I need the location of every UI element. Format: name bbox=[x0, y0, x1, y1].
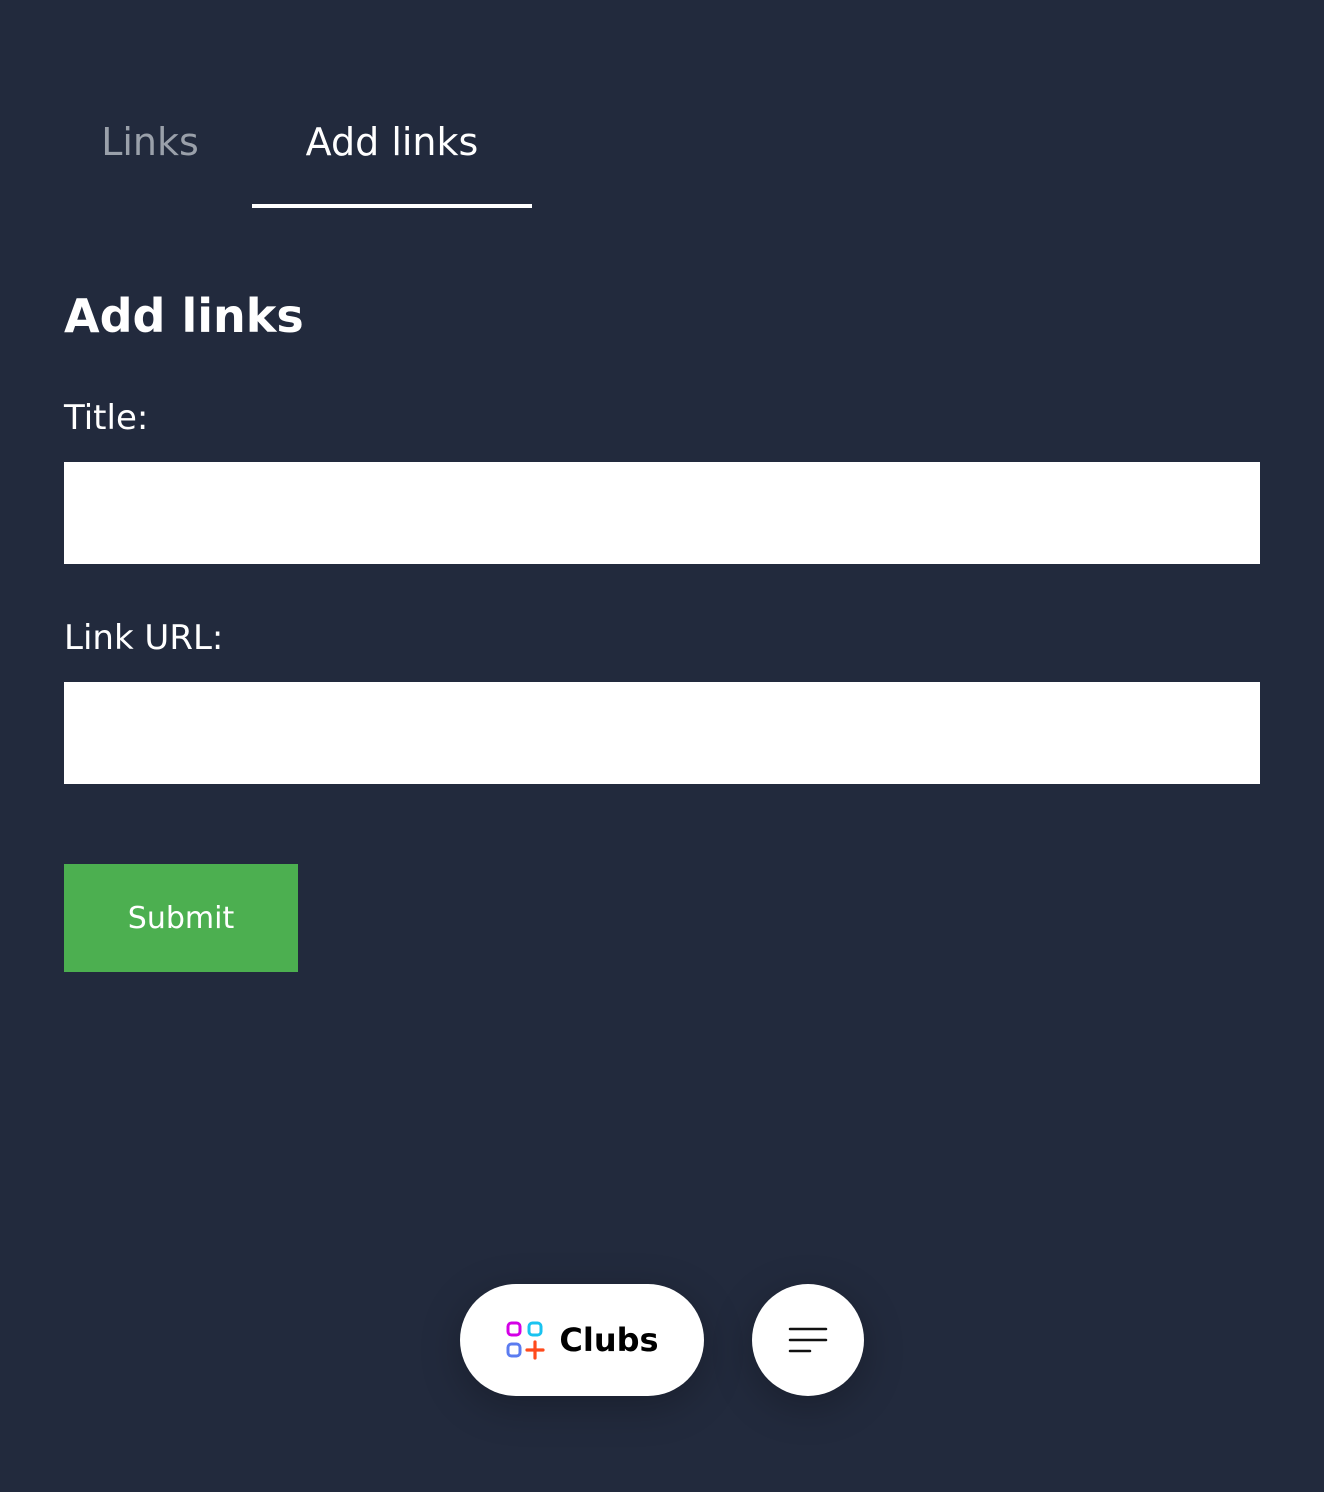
menu-button[interactable] bbox=[752, 1284, 864, 1396]
tab-links[interactable]: Links bbox=[64, 96, 236, 208]
clubs-grid-plus-icon bbox=[506, 1321, 546, 1360]
link-url-input[interactable] bbox=[64, 682, 1260, 784]
page-title: Add links bbox=[64, 289, 304, 343]
submit-button[interactable]: Submit bbox=[64, 864, 298, 972]
title-label: Title: bbox=[64, 398, 149, 438]
clubs-label: Clubs bbox=[559, 1321, 659, 1359]
tab-add-links[interactable]: Add links bbox=[252, 96, 532, 208]
title-input[interactable] bbox=[64, 462, 1260, 564]
hamburger-menu-icon bbox=[788, 1327, 828, 1353]
link-url-label: Link URL: bbox=[64, 618, 224, 658]
clubs-button[interactable]: Clubs bbox=[460, 1284, 704, 1396]
tab-bar: Links Add links bbox=[64, 96, 1260, 208]
